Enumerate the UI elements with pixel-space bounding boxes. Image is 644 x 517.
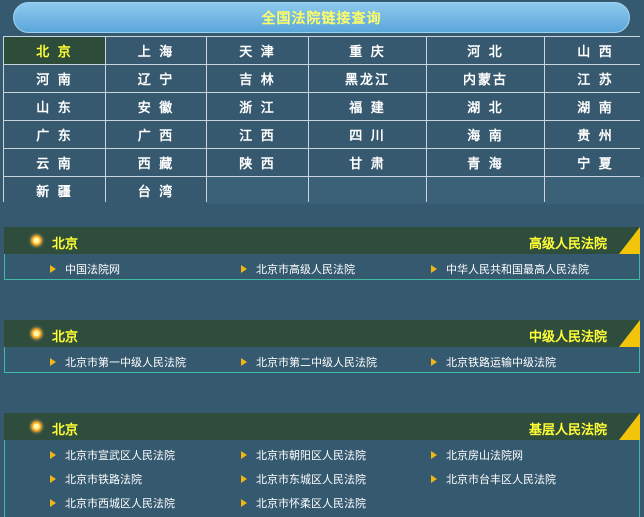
corner-triangle-icon — [619, 227, 640, 254]
court-link[interactable]: 北京市朝阳区人民法院 — [241, 447, 366, 463]
triangle-arrow-icon — [50, 451, 56, 459]
triangle-arrow-icon — [241, 265, 247, 273]
section-header: 北京 高级人民法院 — [4, 227, 640, 254]
court-link[interactable]: 北京市西城区人民法院 — [50, 495, 175, 511]
court-link[interactable]: 北京市第二中级人民法院 — [241, 354, 377, 370]
court-link[interactable]: 中国法院网 — [50, 261, 120, 277]
section-high-court: 北京 高级人民法院 中国法院网 北京市高级人民法院 中华人民共和国最高人民法院 — [4, 227, 640, 280]
court-query-header: 全国法院链接查询 — [13, 2, 630, 33]
empty-province-cell — [207, 177, 308, 204]
section-links: 北京市第一中级人民法院 北京市第二中级人民法院 北京铁路运输中级法院 — [4, 347, 640, 373]
triangle-arrow-icon — [431, 475, 437, 483]
province-cell[interactable]: 新 疆 — [4, 177, 105, 204]
section-level: 高级人民法院 — [528, 237, 607, 252]
court-link[interactable]: 北京房山法院网 — [431, 447, 523, 463]
court-link[interactable]: 北京市高级人民法院 — [241, 261, 355, 277]
triangle-arrow-icon — [50, 265, 56, 273]
page-title: 全国法院链接查询 — [261, 10, 382, 27]
court-link[interactable]: 北京市第一中级人民法院 — [50, 354, 186, 370]
orange-dot-icon — [31, 328, 42, 339]
section-city: 北京 — [52, 237, 79, 252]
province-cell[interactable]: 内蒙古 — [427, 65, 544, 92]
province-cell[interactable]: 上 海 — [106, 37, 206, 64]
province-cell[interactable]: 青 海 — [427, 149, 544, 176]
province-cell[interactable]: 河 北 — [427, 37, 544, 64]
province-cell[interactable]: 四 川 — [309, 121, 426, 148]
province-cell[interactable]: 辽 宁 — [106, 65, 206, 92]
province-cell[interactable]: 福 建 — [309, 93, 426, 120]
empty-province-cell — [309, 177, 426, 204]
triangle-arrow-icon — [241, 475, 247, 483]
province-cell[interactable]: 吉 林 — [207, 65, 308, 92]
section-basic-court: 北京 基层人民法院 北京市宣武区人民法院 北京市朝阳区人民法院 北京房山法院网 … — [4, 413, 640, 517]
court-link[interactable]: 北京市东城区人民法院 — [241, 471, 366, 487]
court-link[interactable]: 中华人民共和国最高人民法院 — [431, 261, 589, 277]
court-link[interactable]: 北京市铁路法院 — [50, 471, 142, 487]
triangle-arrow-icon — [50, 475, 56, 483]
section-city: 北京 — [52, 423, 79, 438]
section-links: 北京市宣武区人民法院 北京市朝阳区人民法院 北京房山法院网 北京市铁路法院 北京… — [4, 440, 640, 517]
court-link[interactable]: 北京铁路运输中级法院 — [431, 354, 556, 370]
triangle-arrow-icon — [431, 451, 437, 459]
province-cell[interactable]: 西 藏 — [106, 149, 206, 176]
corner-triangle-icon — [619, 413, 640, 440]
empty-province-cell — [427, 177, 544, 204]
triangle-arrow-icon — [241, 358, 247, 366]
province-cell[interactable]: 山 东 — [4, 93, 105, 120]
triangle-arrow-icon — [241, 499, 247, 507]
province-cell[interactable]: 宁 夏 — [545, 149, 644, 176]
province-cell[interactable]: 湖 南 — [545, 93, 644, 120]
court-link[interactable]: 北京市台丰区人民法院 — [431, 471, 556, 487]
province-cell[interactable]: 台 湾 — [106, 177, 206, 204]
triangle-arrow-icon — [241, 451, 247, 459]
corner-triangle-icon — [619, 320, 640, 347]
province-cell[interactable]: 山 西 — [545, 37, 644, 64]
province-grid: 北 京上 海天 津重 庆河 北山 西河 南辽 宁吉 林黑龙江 内蒙古江 苏山 东安… — [3, 36, 644, 204]
section-header: 北京 基层人民法院 — [4, 413, 640, 440]
triangle-arrow-icon — [431, 358, 437, 366]
section-links: 中国法院网 北京市高级人民法院 中华人民共和国最高人民法院 — [4, 254, 640, 280]
province-cell[interactable]: 广 东 — [4, 121, 105, 148]
triangle-arrow-icon — [50, 499, 56, 507]
orange-dot-icon — [31, 421, 42, 432]
section-header: 北京 中级人民法院 — [4, 320, 640, 347]
province-cell[interactable]: 重 庆 — [309, 37, 426, 64]
empty-province-cell — [545, 177, 644, 204]
province-cell[interactable]: 江 西 — [207, 121, 308, 148]
province-cell[interactable]: 海 南 — [427, 121, 544, 148]
province-cell[interactable]: 江 苏 — [545, 65, 644, 92]
court-link[interactable]: 北京市怀柔区人民法院 — [241, 495, 366, 511]
province-cell[interactable]: 广 西 — [106, 121, 206, 148]
province-cell[interactable]: 云 南 — [4, 149, 105, 176]
orange-dot-icon — [31, 235, 42, 246]
province-cell[interactable]: 安 徽 — [106, 93, 206, 120]
triangle-arrow-icon — [431, 265, 437, 273]
section-level: 基层人民法院 — [528, 423, 607, 438]
section-intermediate-court: 北京 中级人民法院 北京市第一中级人民法院 北京市第二中级人民法院 北京铁路运输… — [4, 320, 640, 373]
province-cell[interactable]: 北 京 — [4, 37, 105, 64]
section-city: 北京 — [52, 330, 79, 345]
province-cell[interactable]: 贵 州 — [545, 121, 644, 148]
province-cell[interactable]: 黑龙江 — [309, 65, 426, 92]
province-cell[interactable]: 河 南 — [4, 65, 105, 92]
province-cell[interactable]: 陕 西 — [207, 149, 308, 176]
court-link[interactable]: 北京市宣武区人民法院 — [50, 447, 175, 463]
province-cell[interactable]: 天 津 — [207, 37, 308, 64]
triangle-arrow-icon — [50, 358, 56, 366]
province-cell[interactable]: 浙 江 — [207, 93, 308, 120]
section-level: 中级人民法院 — [528, 330, 607, 345]
province-cell[interactable]: 甘 肃 — [309, 149, 426, 176]
province-cell[interactable]: 湖 北 — [427, 93, 544, 120]
